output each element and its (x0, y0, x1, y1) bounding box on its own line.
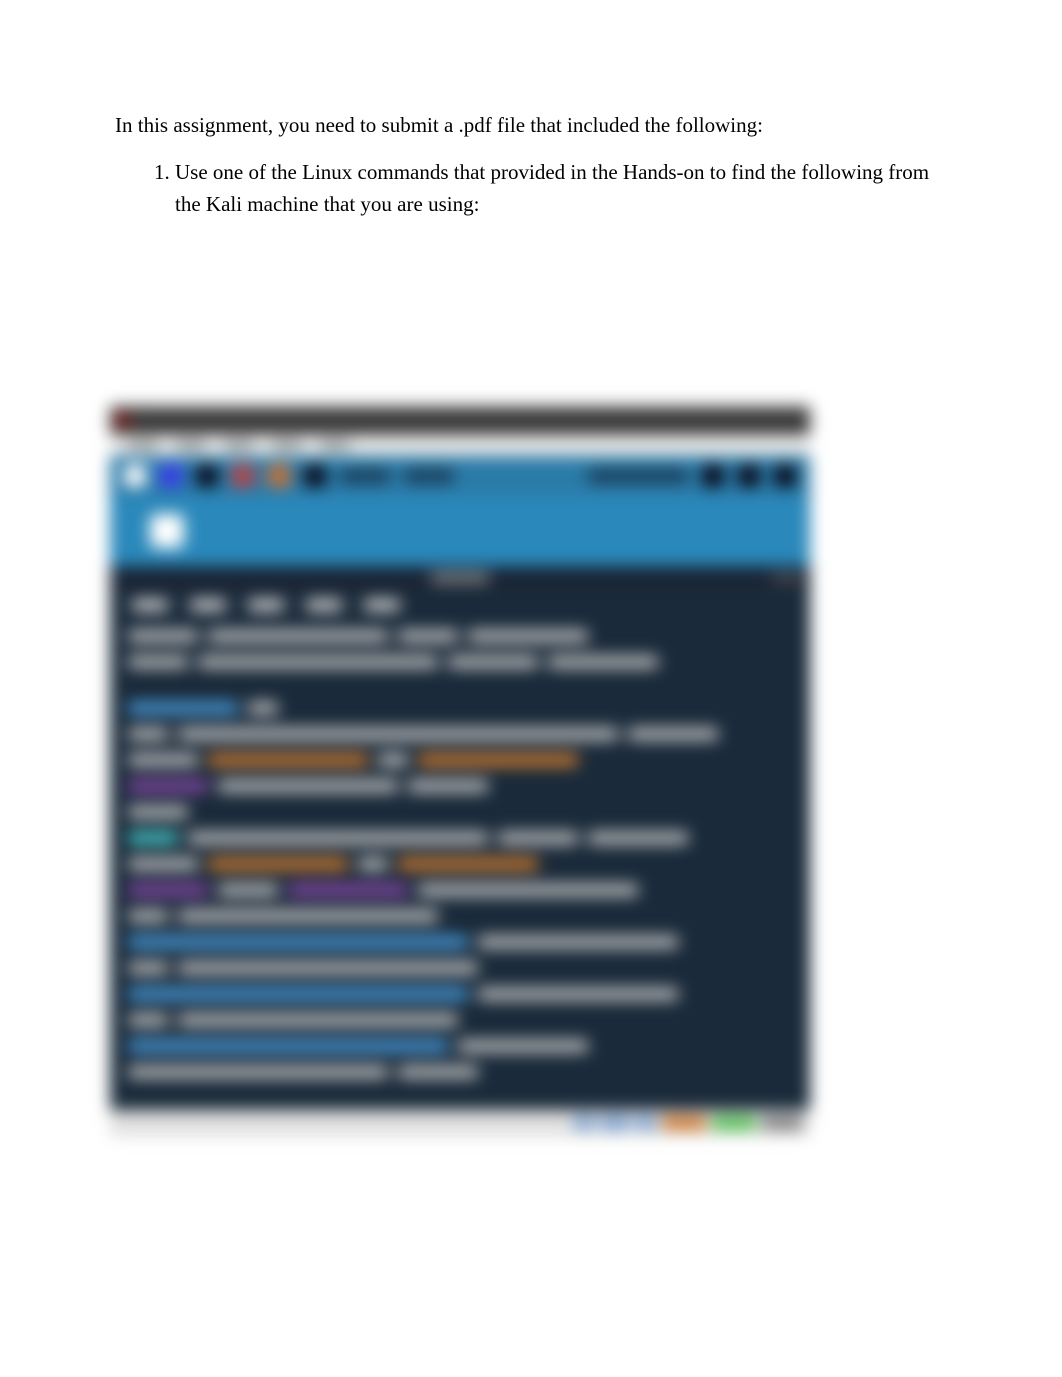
taskbar-item (636, 1116, 656, 1130)
document-content: In this assignment, you need to submit a… (0, 0, 1062, 261)
desktop-taskbar (110, 1110, 810, 1136)
terminal-line (128, 884, 792, 896)
tab-item (320, 441, 350, 449)
toolbar-icon (702, 465, 724, 487)
terminal-line (128, 806, 792, 818)
terminal-line (128, 754, 792, 766)
menu-edit (248, 599, 284, 611)
window-icon (116, 413, 130, 427)
intro-paragraph: In this assignment, you need to submit a… (115, 110, 947, 142)
terminal-line (128, 962, 792, 974)
blurred-screenshot (110, 406, 810, 1136)
toolbar-icon (738, 465, 760, 487)
taskbar-item (762, 1116, 802, 1130)
terminal-titlebar (110, 566, 810, 590)
taskbar-item (712, 1116, 756, 1130)
terminal-line (128, 936, 792, 948)
toolbar-icon (232, 465, 254, 487)
terminal-line (128, 832, 792, 844)
terminal-line (128, 1014, 792, 1026)
browser-tab-bar (110, 434, 810, 456)
terminal-tab-icon (150, 514, 184, 548)
taskbar-item (574, 1116, 594, 1130)
menu-file (132, 599, 168, 611)
toolbar-icon (196, 465, 218, 487)
terminal-line (128, 728, 792, 740)
terminal-line (128, 780, 792, 792)
terminal-menubar (110, 590, 810, 620)
window-controls (772, 574, 802, 582)
menu-actions (190, 599, 226, 611)
toolbar-icon (774, 465, 796, 487)
toolbar-icon (304, 465, 326, 487)
tab-item (176, 441, 206, 449)
kali-toolbar (110, 456, 810, 496)
menu-view (306, 599, 342, 611)
taskbar-item (600, 1116, 630, 1130)
window-tab-area (110, 496, 810, 566)
terminal-title (431, 573, 489, 583)
menu-help (364, 599, 400, 611)
terminal-line (128, 1066, 792, 1078)
terminal-line (128, 702, 792, 714)
toolbar-item (340, 469, 390, 483)
toolbar-workspace (588, 469, 688, 483)
terminal-line (128, 910, 792, 922)
terminal-line (128, 656, 792, 668)
taskbar-item (662, 1116, 706, 1130)
tab-item (128, 441, 158, 449)
toolbar-icon (160, 465, 182, 487)
window-titlebar (110, 406, 810, 434)
list-item-1-text: Use one of the Linux commands that provi… (175, 160, 929, 217)
tab-item (272, 441, 302, 449)
terminal-line (128, 630, 792, 642)
toolbar-item (404, 469, 454, 483)
terminal-line (128, 988, 792, 1000)
kali-logo-icon (124, 465, 146, 487)
list-item-1: Use one of the Linux commands that provi… (175, 156, 947, 221)
assignment-list: Use one of the Linux commands that provi… (115, 156, 947, 221)
tab-item (224, 441, 254, 449)
terminal-line (128, 858, 792, 870)
terminal-line (128, 1040, 792, 1052)
toolbar-icon (268, 465, 290, 487)
terminal-output (110, 620, 810, 1088)
